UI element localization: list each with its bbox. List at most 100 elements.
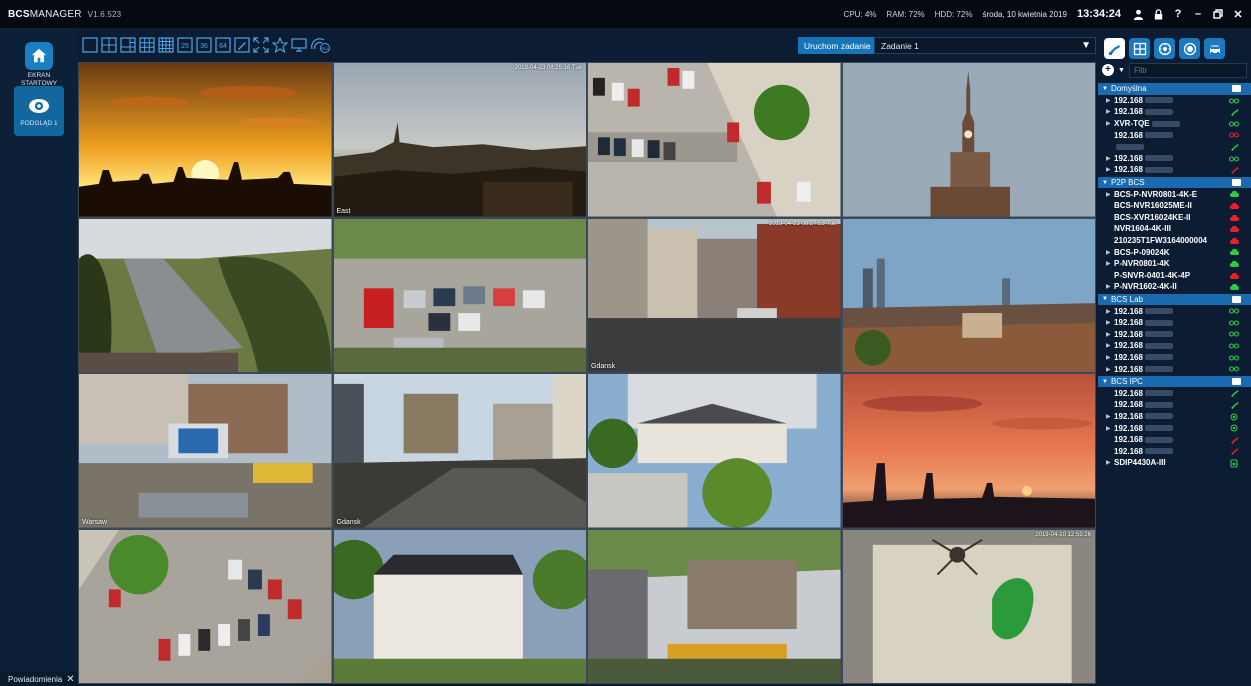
camera-tile[interactable] [332,528,587,684]
expand-arrow-icon[interactable]: ▶ [1106,308,1114,315]
preview-tile[interactable] [14,86,64,136]
camera-tile[interactable]: 2018-04-23 08:25:16 Tue East [332,62,587,218]
camera-tile[interactable] [332,217,587,373]
expand-arrow-icon[interactable]: ▶ [1106,354,1114,361]
device-row[interactable]: ▶ 192.168 [1098,411,1251,423]
device-group[interactable]: ▼ BCS IPC [1098,375,1251,388]
camera-tile[interactable]: 2019-04-23 08:27:53 Tue Gdansk [587,217,842,373]
expand-arrow-icon[interactable]: ▶ [1106,366,1114,373]
device-row[interactable]: ▶ SDIP4430A-III [1098,457,1251,469]
device-row[interactable]: BCS-XVR16024KE-II [1098,212,1251,224]
device-row[interactable]: NVR1604-4K-III [1098,223,1251,235]
sidebar-item-home[interactable]: EKRAN STARTOWY [14,36,64,88]
user-icon[interactable] [1131,7,1145,21]
camera-tile[interactable]: Warsaw [78,373,333,529]
tab-ptz[interactable] [1154,38,1175,59]
expand-arrow-icon[interactable]: ▶ [1106,331,1114,338]
device-row[interactable]: ▶ 192.168 [1098,363,1251,375]
camera-tile[interactable] [587,528,842,684]
device-row[interactable]: ▶ 192.168 [1098,95,1251,107]
camera-tile[interactable]: Gdansk [332,373,587,529]
chevron-down-icon[interactable]: ▼ [1118,67,1125,74]
device-row[interactable]: ▶ P-NVR1602-4K-II [1098,281,1251,293]
camera-tile[interactable]: 2019-04-10 12:55:26 [841,528,1096,684]
notifications-bar[interactable]: Powiadomienia ✕ [0,672,78,686]
expand-arrow-icon[interactable]: ▶ [1106,319,1114,326]
device-row[interactable]: ▶ 192.168 [1098,153,1251,165]
help-icon[interactable]: ? [1171,7,1185,21]
group-expand-icon[interactable]: ▼ [1102,86,1108,92]
group-expand-icon[interactable]: ▼ [1102,296,1108,302]
group-expand-icon[interactable]: ▼ [1102,379,1108,385]
lock-icon[interactable] [1151,7,1165,21]
device-row[interactable]: ▶ P-NVR0801-4K [1098,258,1251,270]
device-row[interactable]: 192.168 [1098,387,1251,399]
device-row[interactable]: ▶ 192.168 [1098,340,1251,352]
device-row[interactable]: 192.168 [1098,434,1251,446]
minimize-icon[interactable]: – [1191,7,1205,21]
device-row[interactable]: 192.168 [1098,399,1251,411]
expand-arrow-icon[interactable]: ▶ [1106,260,1114,267]
edit-layout-icon[interactable] [234,37,250,53]
device-row[interactable]: 192.168 [1098,445,1251,457]
camera-tile[interactable] [587,373,842,529]
expand-arrow-icon[interactable]: ▶ [1106,191,1114,198]
device-row[interactable]: ▶ XVR-TQE [1098,118,1251,130]
device-group[interactable]: ▼ Domyślna [1098,83,1251,95]
tab-layouts[interactable] [1129,38,1150,59]
close-icon[interactable]: ✕ [1231,7,1245,21]
filter-input[interactable] [1128,62,1247,78]
layout-1-icon[interactable] [82,37,98,53]
camera-tile[interactable] [78,528,333,684]
expand-arrow-icon[interactable]: ▶ [1106,413,1114,420]
camera-tile[interactable] [78,62,333,218]
expand-arrow-icon[interactable]: ▶ [1106,425,1114,432]
device-row[interactable]: ▶ BCS-P-09024K [1098,246,1251,258]
expand-arrow-icon[interactable]: ▶ [1106,342,1114,349]
device-row[interactable]: ▶ 192.168 [1098,328,1251,340]
device-row[interactable]: ▶ 192.168 [1098,164,1251,176]
device-row[interactable]: ▶ 192.168 [1098,305,1251,317]
device-row[interactable]: ▶ 192.168 [1098,422,1251,434]
close-notifications-icon[interactable]: ✕ [66,674,74,685]
sidebar-item-preview[interactable]: PODGLĄD 1 [14,86,64,136]
restore-icon[interactable] [1211,7,1225,21]
monitor-icon[interactable] [291,37,307,53]
expand-arrow-icon[interactable]: ▶ [1106,283,1114,290]
group-expand-icon[interactable]: ▼ [1102,180,1108,186]
expand-arrow-icon[interactable]: ▶ [1106,120,1114,127]
layout-16-icon[interactable] [158,37,174,53]
expand-arrow-icon[interactable]: ▶ [1106,97,1114,104]
layout-25-icon[interactable]: 25 [177,37,193,53]
favorite-star-icon[interactable] [272,37,288,53]
camera-tile[interactable] [587,62,842,218]
layout-6-icon[interactable] [120,37,136,53]
layout-4-icon[interactable] [101,37,117,53]
camera-tile[interactable] [841,62,1096,218]
device-row[interactable]: 192.168 [1098,129,1251,141]
run-task-button[interactable]: Uruchom zadanie [798,37,877,54]
device-row[interactable]: ▶ 192.168 [1098,106,1251,118]
expand-arrow-icon[interactable]: ▶ [1106,249,1114,256]
tab-vehicles[interactable] [1204,38,1225,59]
device-row[interactable]: BCS-NVR16025ME-II [1098,200,1251,212]
camera-tile[interactable] [841,373,1096,529]
expand-arrow-icon[interactable]: ▶ [1106,108,1114,115]
device-row[interactable] [1098,141,1251,153]
device-row[interactable]: P-SNVR-0401-4K-4P [1098,270,1251,282]
device-row[interactable]: 210235T1FW3164000004 [1098,235,1251,247]
device-row[interactable]: ▶ 192.168 [1098,352,1251,364]
tab-record[interactable] [1179,38,1200,59]
layout-64-icon[interactable]: 64 [215,37,231,53]
tab-cameras[interactable] [1104,38,1125,59]
layout-36-icon[interactable]: 36 [196,37,212,53]
expand-arrow-icon[interactable]: ▶ [1106,155,1114,162]
device-group[interactable]: ▼ BCS Lab [1098,293,1251,306]
fullscreen-icon[interactable] [253,37,269,53]
expand-arrow-icon[interactable]: ▶ [1106,459,1114,466]
layout-9-icon[interactable] [139,37,155,53]
device-group[interactable]: ▼ P2P BCS [1098,176,1251,189]
device-row[interactable]: ▶ 192.168 [1098,317,1251,329]
expand-arrow-icon[interactable]: ▶ [1106,166,1114,173]
camera-tile[interactable] [78,217,333,373]
